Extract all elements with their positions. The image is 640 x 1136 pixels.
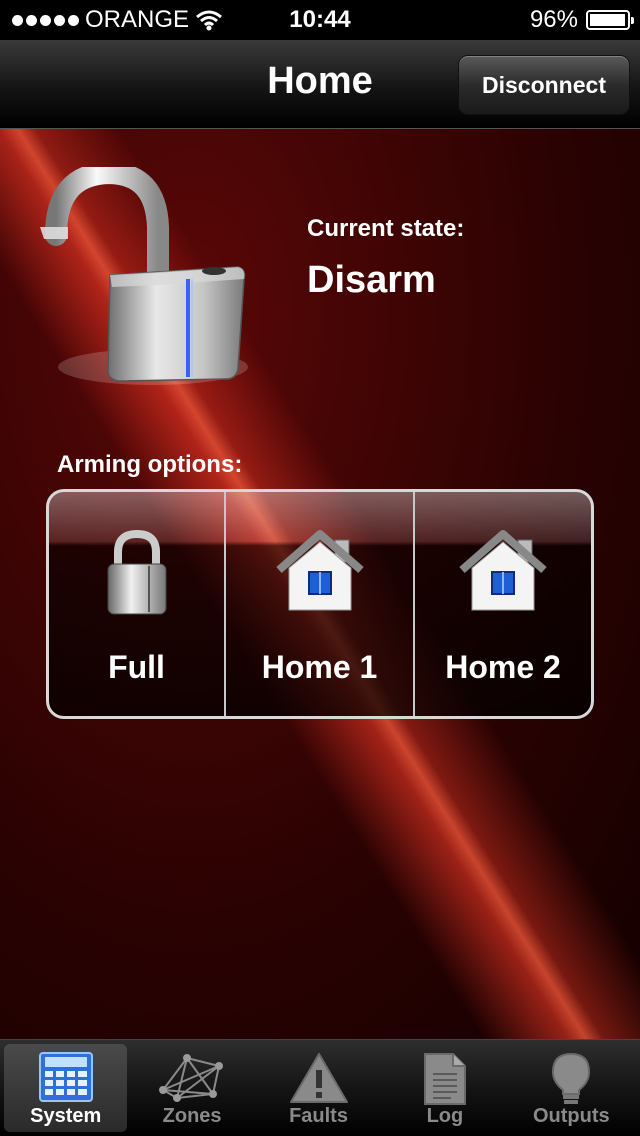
tab-log[interactable]: Log xyxy=(383,1044,506,1132)
tab-label: Zones xyxy=(162,1105,222,1127)
arm-full-button[interactable]: Full xyxy=(49,492,224,716)
warning-icon xyxy=(289,1053,348,1103)
arm-home2-button[interactable]: Home 2 xyxy=(413,492,591,716)
arm-home1-button[interactable]: Home 1 xyxy=(224,492,413,716)
tab-label: Log xyxy=(426,1105,464,1127)
tab-zones[interactable]: Zones xyxy=(130,1044,253,1132)
current-state-value: Disarm xyxy=(307,259,436,301)
status-bar: ORANGE 10:44 96% xyxy=(0,0,640,40)
status-right: 96% xyxy=(529,6,634,34)
house-icon xyxy=(275,530,364,611)
arm-option-label: Home 2 xyxy=(445,649,561,685)
disconnect-button[interactable]: Disconnect xyxy=(458,55,630,115)
network-icon xyxy=(159,1054,224,1102)
main-content: Current state: Disarm Arming options: Fu… xyxy=(0,129,640,1039)
tab-label: Outputs xyxy=(533,1105,610,1127)
tab-faults[interactable]: Faults xyxy=(257,1044,380,1132)
tab-system[interactable]: System xyxy=(4,1044,128,1132)
open-padlock-icon xyxy=(40,167,248,385)
battery-fill xyxy=(590,14,625,26)
arming-options-panel: Full Home 1 Home 2 xyxy=(46,489,594,719)
arming-options-label: Arming options: xyxy=(57,451,243,478)
battery-percent: 96% xyxy=(529,6,578,33)
battery-icon xyxy=(586,10,634,30)
tab-bar: System Zones Faults Log Outputs xyxy=(0,1039,640,1136)
tab-label: System xyxy=(30,1105,102,1127)
current-state-label: Current state: xyxy=(307,215,465,242)
house-icon xyxy=(459,530,547,611)
navigation-bar: Home Disconnect xyxy=(0,40,640,129)
tab-outputs[interactable]: Outputs xyxy=(510,1044,633,1132)
padlock-icon xyxy=(107,530,166,615)
lightbulb-icon xyxy=(552,1052,591,1104)
arm-option-label: Home 1 xyxy=(261,649,378,685)
calculator-icon xyxy=(38,1052,93,1102)
arm-option-label: Full xyxy=(108,649,165,685)
document-icon xyxy=(423,1053,466,1105)
tab-label: Faults xyxy=(289,1105,348,1127)
